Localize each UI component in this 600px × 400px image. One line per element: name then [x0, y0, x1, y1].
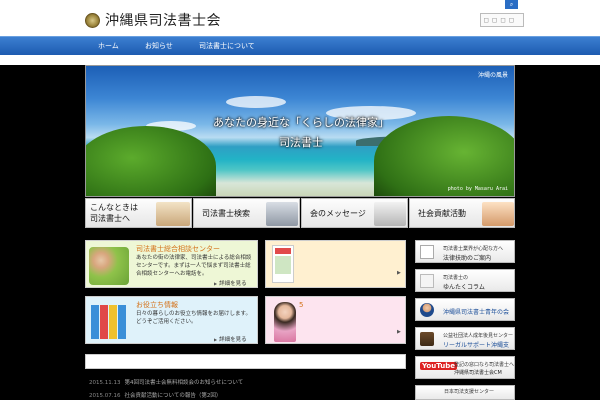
news-item[interactable]: 2015.07.16 社会貢献活動についての報告（第2回） [89, 391, 221, 399]
card-title: お役立ち情報 [136, 301, 178, 309]
cloud [226, 96, 286, 108]
card-number: 5 [299, 301, 304, 309]
hero-title: あなたの身近な「くらしの法律家」 [213, 116, 389, 129]
card-consult-center[interactable]: 司法書士総合相談センター あなたの街の法律家、司法書士による総合相談センターです… [85, 240, 258, 288]
site-title: 沖縄県司法書士会 [105, 13, 221, 29]
banner-label: こんなときは [90, 203, 138, 212]
document-icon [420, 245, 434, 259]
banner-when-to-consult[interactable]: こんなときは 司法書士へ [85, 198, 192, 228]
hero-image: 沖縄の風景 あなたの身近な「くらしの法律家」 司法書士 photo by Mas… [85, 65, 515, 197]
binder-icon [100, 305, 108, 339]
card-title: 司法書士総合相談センター [136, 245, 220, 253]
card-useful-info[interactable]: お役立ち情報 日々の暮らしのお役立ち情報をお届けします。どうぞご活用ください。 … [85, 296, 258, 344]
binder-icon [109, 305, 117, 339]
side-legal-aid[interactable]: 司法書士業界が心配な方へ 法律扶助のご案内 [415, 240, 515, 263]
banner-social[interactable]: 社会貢献活動 [409, 198, 515, 228]
nav-item-about[interactable]: 司法書士について [199, 37, 255, 56]
side-label-small: 日本司法支援センター [444, 389, 495, 395]
emblem-icon [85, 12, 100, 28]
elderly-couple-icon [89, 247, 129, 285]
side-youtube-cm[interactable]: YouTube 登記の窓口なら司法書士へ 沖縄県司法書士会CM [415, 356, 515, 379]
side-label-small: 司法書士の [443, 275, 469, 281]
person-icon [420, 303, 434, 317]
flyer-thumbnail [272, 245, 294, 283]
news-text: 社会貢献活動についての報告（第2回） [124, 393, 222, 399]
building-photo-icon [266, 202, 298, 226]
news-header-box [85, 354, 406, 369]
pen-photo-icon [374, 202, 406, 226]
side-label-small: 司法書士業界が心配な方へ [443, 246, 504, 252]
banner-label: 司法書士へ [90, 214, 130, 223]
search-input[interactable]: □ □ □ □ [480, 13, 524, 27]
main-nav: ホーム お知らせ 司法書士について [0, 36, 600, 55]
hero-tag: 沖縄の風景 [477, 72, 508, 79]
side-label: ゆんたくコラム [443, 284, 485, 291]
banner-label: 司法書士検索 [202, 209, 250, 218]
arrow-right-icon: ▶ [397, 329, 401, 335]
news-text: 第4回司法書士会無料相談会のお知らせについて [124, 380, 244, 386]
card-text: 日々の暮らしのお役立ち情報をお届けします。どうぞご活用ください。 [136, 311, 251, 325]
site-logo[interactable]: 沖縄県司法書士会 [85, 10, 221, 30]
news-item[interactable]: 2015.11.13 第4回司法書士会無料相談会のお知らせについて [89, 378, 243, 386]
photo-credit: photo by Masaru Arai [447, 186, 508, 192]
banner-label: 会のメッセージ [310, 209, 366, 218]
side-label-small: 公益社団法人成年後見センター [443, 333, 514, 339]
nav-spacer [0, 55, 600, 65]
youtube-icon: YouTube [420, 362, 457, 370]
binder-icon [118, 305, 126, 339]
search-button[interactable]: ⌕ [505, 0, 518, 9]
card-flyer[interactable] [265, 240, 406, 288]
side-houterasu[interactable]: 日本司法支援センター [415, 385, 515, 400]
side-label: 沖縄県司法書士会CM [454, 370, 502, 376]
binder-icon [91, 305, 99, 339]
side-youth-group[interactable]: 沖縄県司法書士青年の会 [415, 298, 515, 321]
news-date: 2015.11.13 [89, 380, 121, 386]
notebook-icon [420, 274, 434, 288]
nav-item-news[interactable]: お知らせ [145, 37, 173, 56]
woman-photo-icon [274, 302, 296, 342]
briefcase-icon [420, 332, 434, 346]
side-label: リーガルサポート沖縄支部 [443, 342, 510, 349]
card-pink[interactable]: 5 [265, 296, 406, 344]
site-header: 沖縄県司法書士会 □ □ □ □ ⌕ [0, 0, 600, 36]
card-text: あなたの街の法律家、司法書士による総合相談センターです。まずは一人で悩まず司法書… [136, 255, 252, 277]
banner-label: 社会貢献活動 [418, 209, 466, 218]
nav-item-home[interactable]: ホーム [98, 37, 119, 56]
hero-subtitle: 司法書士 [279, 136, 323, 149]
arrow-right-icon: ▶ [397, 270, 401, 276]
more-link[interactable]: 詳細を見る [214, 335, 247, 343]
side-label: 沖縄県司法書士青年の会 [443, 309, 510, 316]
more-link[interactable]: 詳細を見る [214, 279, 247, 287]
banner-search[interactable]: 司法書士検索 [193, 198, 300, 228]
side-label-small: 登記の窓口なら司法書士へ [454, 362, 515, 368]
side-column[interactable]: 司法書士の ゆんたくコラム [415, 269, 515, 292]
side-label: 法律扶助のご案内 [443, 255, 492, 262]
banner-row: こんなときは 司法書士へ 司法書士検索 会のメッセージ 社会貢献活動 [85, 198, 515, 228]
banner-message[interactable]: 会のメッセージ [301, 198, 408, 228]
consult-photo-icon [156, 202, 190, 226]
news-date: 2015.07.16 [89, 393, 121, 399]
side-legal-support[interactable]: 公益社団法人成年後見センター リーガルサポート沖縄支部 [415, 327, 515, 350]
handshake-photo-icon [482, 202, 514, 226]
